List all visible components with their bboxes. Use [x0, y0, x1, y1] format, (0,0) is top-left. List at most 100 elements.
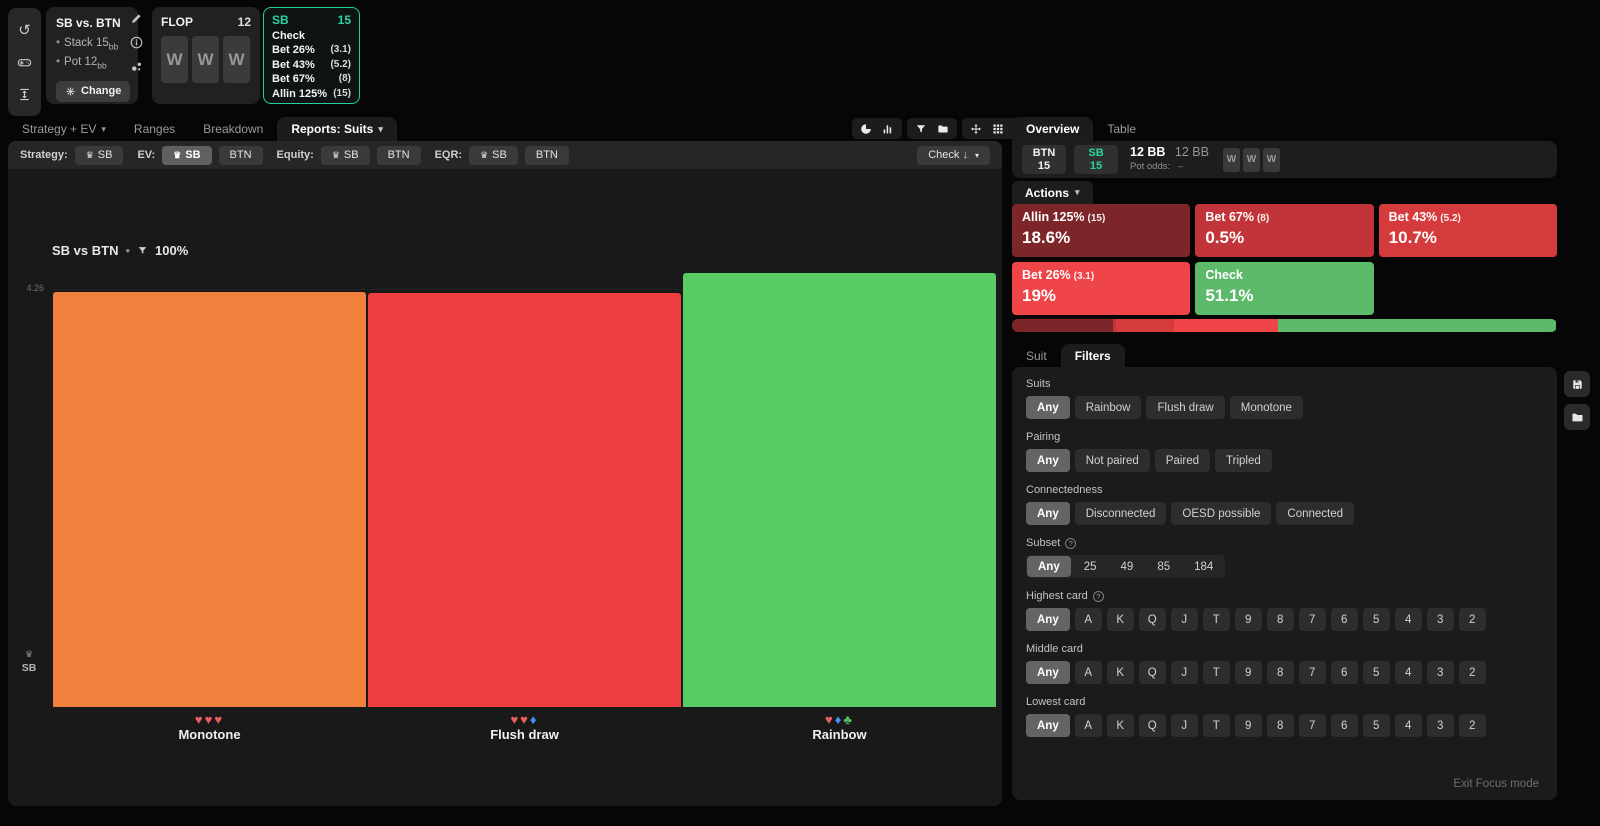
current-node-panel[interactable]: SB 15 CheckBet 26%(3.1)Bet 43%(5.2)Bet 6…	[263, 7, 360, 104]
filter-option-5[interactable]: 5	[1363, 661, 1390, 684]
filter-option-7[interactable]: 7	[1299, 608, 1326, 631]
filter-option-49[interactable]: 49	[1110, 556, 1145, 577]
filter-option-j[interactable]: J	[1171, 714, 1198, 737]
filter-option-k[interactable]: K	[1107, 661, 1134, 684]
filter-option-j[interactable]: J	[1171, 661, 1198, 684]
tab-reports-suits[interactable]: Reports: Suits▾	[277, 117, 397, 141]
tab-ranges[interactable]: Ranges	[120, 117, 189, 141]
action-tile-check[interactable]: Check51.1%	[1195, 262, 1373, 315]
filter-option-3[interactable]: 3	[1427, 714, 1454, 737]
action-line-select[interactable]: Check ↓▾	[917, 146, 990, 165]
toggle-ev-btn[interactable]: BTN	[219, 146, 263, 165]
toggle-strategy-sb[interactable]: ♛SB	[75, 146, 124, 165]
folder-icon[interactable]	[937, 123, 949, 135]
toggle-eqr-sb[interactable]: ♛SB	[469, 146, 518, 165]
filter-option-9[interactable]: 9	[1235, 661, 1262, 684]
tab-breakdown[interactable]: Breakdown	[189, 117, 277, 141]
tab-filters[interactable]: Filters	[1061, 344, 1125, 368]
filter-option-85[interactable]: 85	[1146, 556, 1181, 577]
filter-option-any[interactable]: Any	[1026, 449, 1070, 472]
filter-option-rainbow[interactable]: Rainbow	[1075, 396, 1142, 419]
move-icon[interactable]	[970, 123, 982, 135]
filter-option-paired[interactable]: Paired	[1155, 449, 1210, 472]
grid-icon[interactable]	[992, 123, 1004, 135]
toggle-equity-sb[interactable]: ♛SB	[321, 146, 370, 165]
filter-option-9[interactable]: 9	[1235, 608, 1262, 631]
tab-table[interactable]: Table	[1093, 117, 1150, 141]
filter-option-4[interactable]: 4	[1395, 608, 1422, 631]
bar-rainbow[interactable]	[683, 273, 996, 707]
filter-option-monotone[interactable]: Monotone	[1230, 396, 1303, 419]
filter-option-184[interactable]: 184	[1183, 556, 1224, 577]
filter-option-flush-draw[interactable]: Flush draw	[1146, 396, 1224, 419]
filter-option-6[interactable]: 6	[1331, 714, 1358, 737]
toggle-ev-sb[interactable]: ♛SB	[162, 146, 211, 165]
info-icon[interactable]	[129, 35, 144, 50]
stack-depth-icon[interactable]	[17, 87, 32, 102]
filter-option-3[interactable]: 3	[1427, 661, 1454, 684]
filter-option-k[interactable]: K	[1107, 608, 1134, 631]
share-icon[interactable]	[129, 59, 144, 74]
bar-chart-icon[interactable]	[882, 123, 894, 135]
filter-option-k[interactable]: K	[1107, 714, 1134, 737]
filter-option-a[interactable]: A	[1075, 661, 1102, 684]
filter-option-a[interactable]: A	[1075, 714, 1102, 737]
filter-icon[interactable]	[915, 123, 927, 135]
pencil-icon[interactable]	[129, 11, 144, 26]
filter-option-any[interactable]: Any	[1027, 556, 1071, 577]
filter-option-3[interactable]: 3	[1427, 608, 1454, 631]
tab-overview[interactable]: Overview	[1012, 117, 1093, 141]
filter-option-any[interactable]: Any	[1026, 661, 1070, 684]
filter-option-25[interactable]: 25	[1073, 556, 1108, 577]
action-tile-bet-43-[interactable]: Bet 43%(5.2)10.7%	[1379, 204, 1557, 257]
filter-option-5[interactable]: 5	[1363, 714, 1390, 737]
filter-option-connected[interactable]: Connected	[1276, 502, 1354, 525]
folder-icon[interactable]	[1564, 404, 1590, 430]
filter-option-disconnected[interactable]: Disconnected	[1075, 502, 1167, 525]
filter-option-2[interactable]: 2	[1459, 661, 1486, 684]
action-tile-bet-26-[interactable]: Bet 26%(3.1)19%	[1012, 262, 1190, 315]
save-icon[interactable]	[1564, 371, 1590, 397]
filter-option-j[interactable]: J	[1171, 608, 1198, 631]
filter-option-t[interactable]: T	[1203, 661, 1230, 684]
filter-option-q[interactable]: Q	[1139, 661, 1166, 684]
player-box-sb[interactable]: SB15	[1074, 145, 1118, 174]
player-box-btn[interactable]: BTN15	[1022, 145, 1066, 174]
bar-flush-draw[interactable]	[368, 293, 681, 707]
filter-option-5[interactable]: 5	[1363, 608, 1390, 631]
filter-option-any[interactable]: Any	[1026, 608, 1070, 631]
filter-option-8[interactable]: 8	[1267, 608, 1294, 631]
filter-option-8[interactable]: 8	[1267, 661, 1294, 684]
action-tile-allin-125-[interactable]: Allin 125%(15)18.6%	[1012, 204, 1190, 257]
reset-icon[interactable]: ↺	[18, 23, 31, 38]
filter-option-7[interactable]: 7	[1299, 714, 1326, 737]
gamepad-icon[interactable]	[17, 55, 32, 70]
exit-focus-mode-button[interactable]: Exit Focus mode	[1453, 778, 1539, 790]
filter-option-t[interactable]: T	[1203, 608, 1230, 631]
toggle-eqr-btn[interactable]: BTN	[525, 146, 569, 165]
action-tile-bet-67-[interactable]: Bet 67%(8)0.5%	[1195, 204, 1373, 257]
filter-option-t[interactable]: T	[1203, 714, 1230, 737]
tab-suit[interactable]: Suit	[1012, 344, 1061, 368]
filter-option-7[interactable]: 7	[1299, 661, 1326, 684]
filter-option-2[interactable]: 2	[1459, 714, 1486, 737]
filter-option-8[interactable]: 8	[1267, 714, 1294, 737]
filter-option-any[interactable]: Any	[1026, 502, 1070, 525]
filter-option-a[interactable]: A	[1075, 608, 1102, 631]
filter-option-2[interactable]: 2	[1459, 608, 1486, 631]
filter-option-oesd-possible[interactable]: OESD possible	[1171, 502, 1271, 525]
pie-chart-icon[interactable]	[860, 123, 872, 135]
filter-option-6[interactable]: 6	[1331, 661, 1358, 684]
filter-option-tripled[interactable]: Tripled	[1215, 449, 1272, 472]
filter-option-6[interactable]: 6	[1331, 608, 1358, 631]
tab-strategy-ev[interactable]: Strategy + EV▾	[8, 117, 120, 141]
filter-option-q[interactable]: Q	[1139, 608, 1166, 631]
actions-dropdown[interactable]: Actions ▾	[1012, 181, 1093, 204]
change-button[interactable]: Change	[56, 81, 130, 102]
bar-monotone[interactable]	[53, 292, 366, 707]
filter-option-q[interactable]: Q	[1139, 714, 1166, 737]
filter-option-9[interactable]: 9	[1235, 714, 1262, 737]
filter-option-4[interactable]: 4	[1395, 661, 1422, 684]
filter-option-not-paired[interactable]: Not paired	[1075, 449, 1150, 472]
filter-option-any[interactable]: Any	[1026, 714, 1070, 737]
